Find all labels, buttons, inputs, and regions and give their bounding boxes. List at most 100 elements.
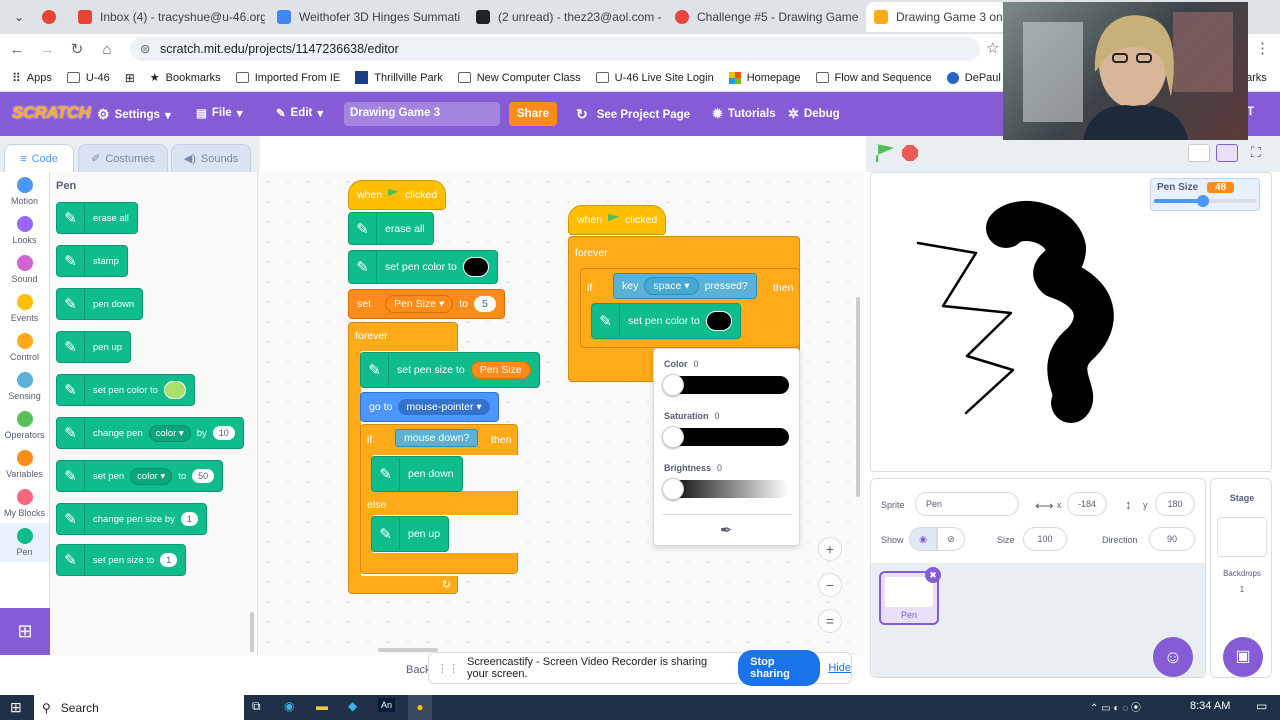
url-field[interactable]: ⊜ scratch.mit.edu/projects/1147236638/edi… [130, 37, 980, 61]
sprite-thumbnail[interactable]: Pen ✖ [879, 567, 941, 625]
add-sprite-button[interactable]: ☺ [1153, 637, 1193, 677]
tab-search-button[interactable]: ⌄ [6, 2, 30, 32]
show-visible-toggle[interactable]: ◉ [909, 527, 937, 551]
tutorials-button[interactable]: ✹ Tutorials [712, 106, 776, 122]
normal-stage-icon[interactable] [1216, 144, 1238, 162]
set-pen-param-block[interactable]: ✎ set pen color ▾ to 50 [56, 460, 224, 492]
eyedropper-icon[interactable]: ✒ [720, 521, 733, 539]
pen-up-block[interactable]: ✎ pen up [56, 331, 132, 363]
change-pen-color-block[interactable]: ✎ change pen color ▾ by 10 [56, 417, 244, 449]
notifications-icon[interactable]: ▭ [1256, 699, 1267, 713]
trash-icon[interactable]: ✖ [925, 567, 941, 583]
mouse-down-condition[interactable]: mouse down? [395, 429, 479, 447]
sprite-name-input[interactable]: Pen [915, 492, 1019, 516]
menu-icon[interactable]: ⋮ [1255, 39, 1270, 57]
tab-inbox[interactable]: Inbox (4) - tracyshue@u-46.org✕ [70, 2, 265, 32]
stage-canvas[interactable] [870, 172, 1272, 472]
go-to-block[interactable]: go to mouse-pointer ▾ [360, 392, 499, 422]
slider-knob[interactable] [662, 478, 684, 500]
tab-code[interactable]: ≡ Code [4, 144, 74, 172]
category-control[interactable]: Control [0, 328, 49, 367]
green-flag-icon[interactable] [876, 144, 894, 162]
bookmark-grid[interactable]: ⊞ [125, 71, 135, 85]
bookmark-thrillville[interactable]: Thrillville Park [355, 71, 443, 84]
close-icon[interactable]: ✕ [662, 10, 663, 24]
bookmark-flow[interactable]: Flow and Sequence [815, 72, 932, 84]
drag-handle-icon[interactable]: ⋮⋮ [437, 662, 459, 675]
category-operators[interactable]: Operators [0, 406, 49, 445]
edge-icon[interactable]: ◉ [284, 699, 294, 713]
direction-input[interactable]: 90 [1149, 527, 1195, 551]
set-variable-block[interactable]: set Pen Size ▾ to 5 [348, 289, 505, 319]
bookmark-bookmarks[interactable]: ★ Bookmarks [150, 71, 221, 85]
value-input[interactable]: 1 [180, 512, 198, 526]
category-my-blocks[interactable]: My Blocks [0, 484, 49, 523]
close-icon[interactable]: ✕ [858, 10, 862, 24]
color-swatch[interactable] [462, 257, 489, 277]
windows-start-icon[interactable]: ⊞ [10, 699, 22, 716]
reload-icon[interactable]: ↻ [62, 40, 92, 58]
share-button[interactable]: Share [509, 102, 557, 126]
stop-icon[interactable] [902, 145, 918, 161]
tab-costumes[interactable]: ✐ Costumes [78, 144, 168, 172]
zoom-out-button[interactable]: − [818, 573, 842, 597]
fullscreen-icon[interactable]: ⛶ [1251, 144, 1261, 161]
value-input[interactable]: 1 [160, 553, 178, 567]
bookmark-imported[interactable]: Imported From IE [235, 72, 340, 84]
pen-size-monitor[interactable]: Pen Size 48 [1150, 178, 1260, 211]
x-input[interactable]: -184 [1067, 492, 1107, 516]
category-pen[interactable]: Pen [0, 523, 49, 562]
vertical-scrollbar[interactable] [856, 297, 860, 497]
tab-weithofer[interactable]: Weithofer 3D Hinges Summati✕ [269, 2, 464, 32]
color-slider[interactable] [662, 374, 789, 396]
color-swatch[interactable] [705, 311, 732, 331]
zoom-in-button[interactable]: + [818, 537, 842, 561]
hide-button[interactable]: Hide [828, 662, 851, 674]
key-dropdown[interactable]: space ▾ [644, 277, 699, 295]
when-flag-clicked-hat[interactable]: when clicked [568, 205, 667, 235]
slider-knob[interactable] [662, 426, 684, 448]
value-input[interactable]: 10 [212, 426, 235, 440]
debug-button[interactable]: ✲ Debug [788, 106, 840, 122]
erase-all-block[interactable]: ✎ erase all [348, 212, 434, 245]
monitor-slider[interactable] [1154, 195, 1257, 207]
bookmark-u46[interactable]: U-46 [66, 72, 110, 84]
category-motion[interactable]: Motion [0, 172, 49, 211]
chrome-icon[interactable]: ● [408, 695, 432, 720]
set-pen-color-block[interactable]: ✎ set pen color to [56, 374, 195, 406]
pen-down-block[interactable]: ✎ pen down [371, 456, 463, 492]
bookmark-u46-live[interactable]: U-46 Live Site Login [595, 72, 714, 84]
taskbar-search-box[interactable]: ⚲ Search [34, 695, 244, 720]
bookmark-new-computer[interactable]: New Computer Class [457, 72, 581, 84]
project-title-input[interactable]: Drawing Game 3 [344, 102, 500, 126]
add-backdrop-button[interactable]: ▣ [1223, 637, 1263, 677]
settings-menu[interactable]: ⚙ Settings ▾ [97, 106, 171, 123]
param-dropdown[interactable]: color ▾ [148, 424, 191, 442]
bookmark-apps[interactable]: ⠿ Apps [12, 71, 52, 85]
small-stage-icon[interactable] [1188, 144, 1210, 162]
see-project-page-button[interactable]: ↻ See Project Page [576, 106, 690, 123]
key-pressed-condition[interactable]: key space ▾ pressed? [613, 273, 757, 299]
system-tray-icons[interactable]: ⌃ ▭ ◐ ◌ ⦿ [1090, 699, 1141, 714]
erase-all-block[interactable]: ✎ erase all [56, 202, 138, 234]
edit-menu[interactable]: ✎ Edit ▾ [276, 106, 323, 120]
color-swatch[interactable] [163, 381, 186, 399]
file-explorer-icon[interactable]: ▬ [316, 699, 328, 713]
value-input[interactable]: 50 [192, 469, 215, 483]
pen-size-reporter[interactable]: Pen Size [470, 361, 531, 379]
horizontal-scrollbar[interactable] [378, 648, 438, 652]
tab-pinned[interactable] [34, 2, 68, 32]
add-extension-button[interactable]: ⊞ [0, 608, 50, 655]
set-pen-color-block[interactable]: ✎ set pen color to [591, 303, 741, 339]
slider-knob[interactable] [662, 374, 684, 396]
pen-down-block[interactable]: ✎ pen down [56, 288, 144, 320]
saturation-slider[interactable] [662, 426, 789, 448]
app-icon[interactable]: ◆ [348, 699, 357, 713]
tab-sounds[interactable]: ◀) Sounds [171, 144, 251, 172]
when-flag-clicked-hat[interactable]: when clicked [348, 180, 447, 210]
file-menu[interactable]: ▤ File ▾ [196, 106, 242, 120]
scratch-logo[interactable]: SCRATCH [12, 103, 91, 123]
task-view-icon[interactable]: ⧉ [252, 699, 261, 714]
animate-icon[interactable]: An [378, 698, 396, 712]
change-pen-size-block[interactable]: ✎ change pen size by 1 [56, 503, 207, 535]
